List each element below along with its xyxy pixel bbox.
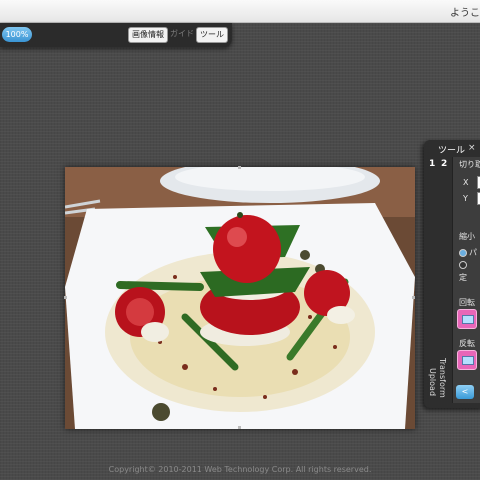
image-info-button[interactable]: 画像情報 <box>128 27 168 43</box>
user-greeting: ようこ <box>450 8 480 19</box>
upload-label[interactable]: Upload <box>428 368 437 396</box>
flip-button[interactable] <box>457 350 477 370</box>
top-bar: ようこ <box>0 0 480 23</box>
tools-button[interactable]: ツール <box>196 27 228 43</box>
y-label: Y <box>463 194 468 203</box>
flip-icon <box>462 356 474 365</box>
crop-label: 切り取 <box>459 160 480 169</box>
resize-label: 縮小 <box>459 232 475 241</box>
zoom-level-button[interactable]: 100% <box>2 27 32 42</box>
image-toolbar: 100% 画像情報 ガイド ツール <box>0 23 232 47</box>
tool-panel-body: 切り取 X Y 縮小 パ 定 回転 反転 < <box>452 157 480 403</box>
guide-button[interactable]: ガイド <box>167 27 197 41</box>
back-button[interactable]: < <box>456 385 474 399</box>
copyright-footer: Copyright© 2010-2011 Web Technology Corp… <box>108 465 372 474</box>
salad-photo <box>65 167 415 429</box>
x-label: X <box>463 178 469 187</box>
rotate-label: 回転 <box>459 298 475 307</box>
canvas-image[interactable] <box>64 166 415 429</box>
crop-handle-bottom[interactable] <box>238 426 241 429</box>
transform-label[interactable]: Transform <box>438 358 447 398</box>
flip-label: 反転 <box>459 339 475 348</box>
tab-2[interactable]: 2 <box>441 159 447 169</box>
tool-panel: ツール × 1 2 切り取 X Y 縮小 パ 定 回転 反転 < Transfo… <box>424 140 480 408</box>
crop-handle-left[interactable] <box>64 296 67 299</box>
resize-option-1: パ <box>469 248 477 257</box>
resize-option-2: 定 <box>459 273 467 282</box>
rotate-button[interactable] <box>457 309 477 329</box>
tool-panel-title: ツール <box>438 146 466 156</box>
rotate-icon <box>462 315 474 324</box>
resize-radio-2[interactable] <box>459 261 467 269</box>
tab-1[interactable]: 1 <box>429 159 435 169</box>
resize-radio-1[interactable] <box>459 249 467 257</box>
crop-handle-top[interactable] <box>238 166 241 169</box>
crop-handle-right[interactable] <box>412 296 415 299</box>
close-icon[interactable]: × <box>468 143 476 153</box>
